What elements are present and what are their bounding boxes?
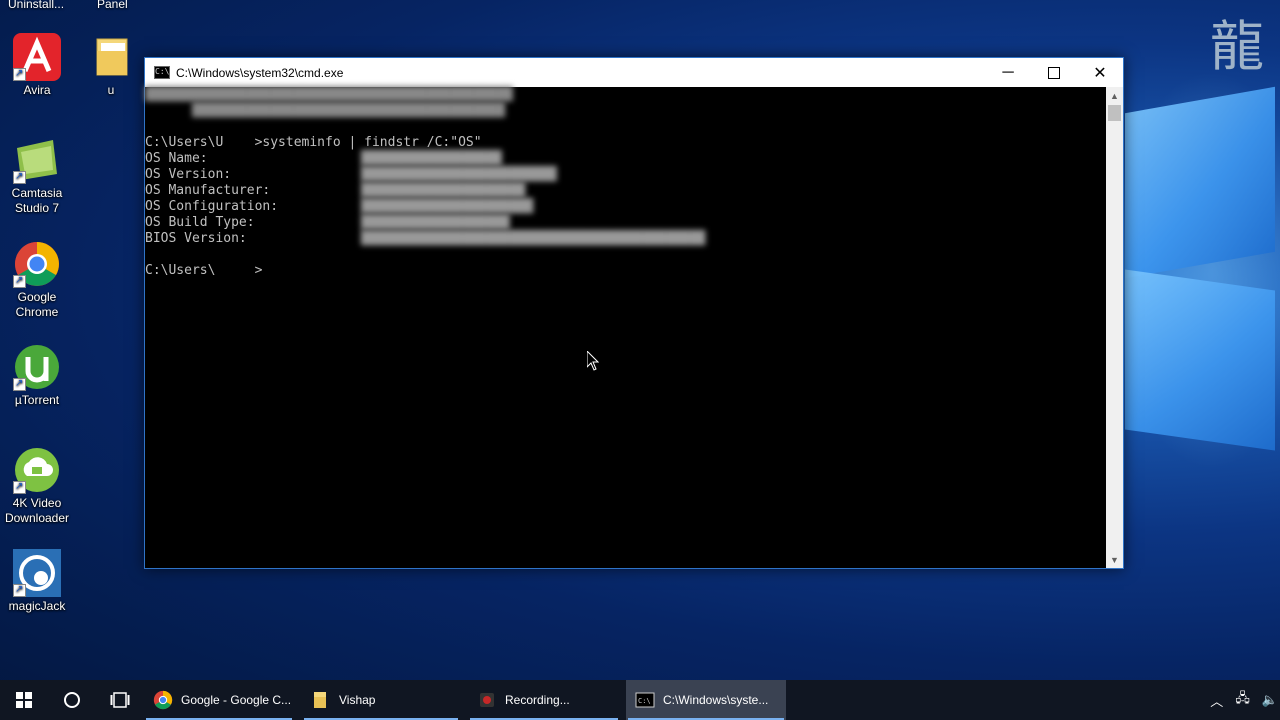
folder-icon — [314, 692, 326, 708]
console-line-os-configuration: OS Configuration: ██████████████████████ — [145, 199, 1106, 215]
recording-icon — [480, 693, 494, 707]
system-tray: ︿ 🖧 🔈 — [1198, 680, 1280, 720]
shortcut-arrow-icon — [13, 66, 26, 81]
network-icon[interactable]: 🖧 — [1235, 689, 1250, 711]
redacted-value: ████████████████████████████████████████… — [361, 231, 706, 246]
scroll-up-icon[interactable]: ▲ — [1106, 87, 1123, 104]
console-line-os-build-type: OS Build Type: ███████████████████ — [145, 215, 1106, 231]
svg-text:C:\: C:\ — [638, 697, 651, 705]
taskbar-item-vishap[interactable]: Vishap — [302, 680, 460, 720]
desktop-icon-label: Google Chrome — [15, 290, 59, 319]
volume-icon[interactable]: 🔈 — [1262, 692, 1278, 708]
redacted-value: ██████████████████ — [361, 151, 502, 166]
console-line-bios-version: BIOS Version: ███████████████████████████… — [145, 231, 1106, 247]
desktop-icon-camtasia[interactable]: Camtasia Studio 7 — [0, 136, 74, 216]
shortcut-arrow-icon — [13, 582, 26, 597]
taskbar-item-label: Google - Google C... — [181, 693, 292, 707]
redacted-value: █████████████████████ — [361, 183, 526, 198]
chrome-icon — [153, 690, 173, 710]
console-line-os-name: OS Name: ██████████████████ — [145, 151, 1106, 167]
close-icon: ✕ — [1093, 64, 1107, 82]
console-header-blurred: ████████████████████████████████████████… — [145, 87, 1106, 103]
cortana-button[interactable] — [48, 680, 96, 720]
redacted-value: ███████████████████ — [361, 215, 510, 230]
chrome-icon — [13, 240, 61, 288]
taskbar-item-recording[interactable]: Recording... — [468, 680, 620, 720]
desktop-icon-magicjack[interactable]: magicJack — [0, 549, 74, 614]
maximize-button[interactable] — [1031, 58, 1077, 87]
minimize-icon: ─ — [1002, 63, 1014, 81]
shortcut-arrow-icon — [13, 273, 26, 288]
minimize-button[interactable]: ─ — [985, 58, 1031, 87]
scroll-down-icon[interactable]: ▼ — [1106, 551, 1123, 568]
cmd-window[interactable]: C:\ C:\Windows\system32\cmd.exe ─ ✕ ████… — [144, 57, 1124, 569]
maximize-icon — [1048, 66, 1060, 79]
scroll-thumb[interactable] — [1108, 105, 1121, 121]
task-view-button[interactable] — [96, 680, 144, 720]
console-key: OS Build Type: — [145, 215, 255, 230]
taskbar-item-chrome[interactable]: Google - Google C... — [144, 680, 294, 720]
utorrent-icon — [13, 343, 61, 391]
cmd-title-bar[interactable]: C:\ C:\Windows\system32\cmd.exe ─ ✕ — [145, 58, 1123, 87]
desktop-icon-label: µTorrent — [14, 393, 60, 407]
dragon-emblem-icon: 龍 — [1210, 15, 1264, 78]
show-hidden-icons-chevron-icon[interactable]: ︿ — [1210, 691, 1223, 710]
desktop-icon-4k-video-downloader[interactable]: 4K Video Downloader — [0, 446, 74, 526]
cortana-circle-icon — [64, 692, 80, 708]
mouse-pointer-icon — [586, 349, 600, 376]
close-button[interactable]: ✕ — [1077, 58, 1123, 87]
desktop-icon-label: u — [107, 83, 115, 97]
taskbar-item-label: Vishap — [339, 693, 376, 707]
avira-icon — [13, 33, 61, 81]
cmd-icon: C:\ — [635, 692, 655, 708]
desktop-icon-folder-u[interactable]: u — [74, 33, 148, 98]
desktop-icon-label: 4K Video Downloader — [4, 496, 70, 525]
taskbar-item-cmd[interactable]: C:\ C:\Windows\syste... — [626, 680, 786, 720]
console-output[interactable]: ████████████████████████████████████████… — [145, 87, 1106, 568]
task-view-icon — [110, 692, 130, 708]
cmd-window-title: C:\Windows\system32\cmd.exe — [176, 65, 344, 80]
console-key: OS Version: — [145, 167, 232, 182]
console-header-blurred: ████████████████████████████████████████ — [145, 103, 1106, 119]
redacted-value: ██████████████████████ — [361, 199, 534, 214]
cmd-app-icon: C:\ — [154, 66, 170, 79]
shortcut-arrow-icon — [13, 376, 26, 391]
taskbar: Google - Google C... Vishap Recording...… — [0, 680, 1280, 720]
console-line-os-manufacturer: OS Manufacturer: █████████████████████ — [145, 183, 1106, 199]
taskbar-item-label: C:\Windows\syste... — [663, 693, 769, 707]
shortcut-arrow-icon — [13, 479, 26, 494]
windows-start-icon — [16, 692, 32, 708]
windows-logo-pane — [1125, 269, 1275, 451]
magicjack-icon — [13, 549, 61, 597]
folder-icon — [87, 33, 135, 81]
camtasia-icon — [13, 136, 61, 184]
desktop-icon-label: magicJack — [8, 599, 66, 613]
desktop-icon-label: Avira — [23, 83, 51, 97]
redacted-text: ████████████████████████████████████████… — [145, 87, 513, 102]
video-downloader-icon — [13, 446, 61, 494]
console-key: OS Manufacturer: — [145, 183, 271, 198]
console-line-os-version: OS Version: █████████████████████████ — [145, 167, 1106, 183]
redacted-text: ████████████████████████████████████████ — [145, 103, 506, 118]
console-key: OS Name: — [145, 151, 208, 166]
console-key: BIOS Version: — [145, 231, 247, 246]
desktop-icon-utorrent[interactable]: µTorrent — [0, 343, 74, 408]
console-command-line: C:\Users\U >systeminfo | findstr /C:"OS" — [145, 135, 482, 150]
shortcut-arrow-icon — [13, 169, 26, 184]
vertical-scrollbar[interactable]: ▲ ▼ — [1106, 87, 1123, 568]
desktop-label-uninstall[interactable]: Uninstall... — [8, 0, 64, 11]
start-button[interactable] — [0, 680, 48, 720]
windows-logo-pane — [1125, 86, 1275, 279]
console-key: OS Configuration: — [145, 199, 279, 214]
desktop-label-panel[interactable]: Panel — [97, 0, 128, 11]
taskbar-item-label: Recording... — [505, 693, 570, 707]
desktop-icon-avira[interactable]: Avira — [0, 33, 74, 98]
console-prompt-line[interactable]: C:\Users\ > — [145, 263, 1106, 279]
desktop-icon-chrome[interactable]: Google Chrome — [0, 240, 74, 320]
desktop-icon-label: Camtasia Studio 7 — [11, 186, 63, 215]
redacted-value: █████████████████████████ — [361, 167, 557, 182]
